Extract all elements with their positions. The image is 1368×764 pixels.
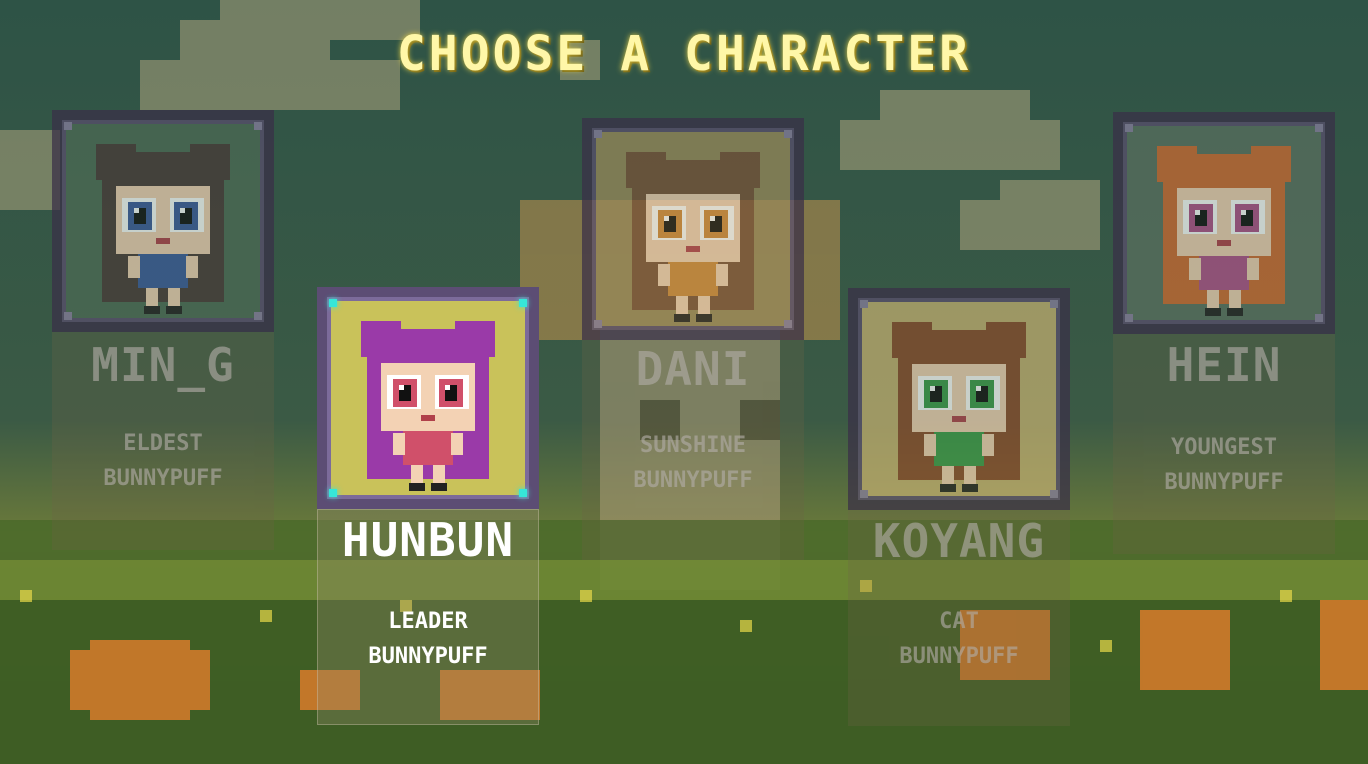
character-role-line1: LEADER: [388, 609, 468, 634]
character-name: DANI: [635, 342, 751, 396]
girl-portrait-icon: [1127, 126, 1321, 320]
character-role-line2: BUNNYPUFF: [103, 466, 223, 491]
character-role-line1: ELDEST: [123, 431, 203, 456]
portrait-frame: [52, 110, 274, 332]
character-role-line2: BUNNYPUFF: [1164, 470, 1284, 495]
character-name: KOYANG: [872, 514, 1046, 568]
character-name: MIN_G: [91, 338, 235, 392]
page-title: CHOOSE A CHARACTER: [396, 26, 972, 82]
character-role-line1: SUNSHINE: [640, 433, 746, 458]
character-name: HEIN: [1166, 338, 1282, 392]
portrait-frame: [582, 118, 804, 340]
character-role-line1: CAT: [939, 609, 979, 634]
portrait-frame: [1113, 112, 1335, 334]
character-role-line2: BUNNYPUFF: [633, 468, 753, 493]
girl-portrait-icon: [862, 302, 1056, 496]
girl-portrait-icon: [596, 132, 790, 326]
character-role-line2: BUNNYPUFF: [899, 644, 1019, 669]
character-name: HUNBUN: [341, 513, 515, 567]
portrait-frame: [317, 287, 539, 509]
girl-portrait-icon: [331, 301, 525, 495]
portrait-frame: [848, 288, 1070, 510]
character-role-line2: BUNNYPUFF: [368, 644, 488, 669]
character-role-line1: YOUNGEST: [1171, 435, 1277, 460]
girl-portrait-icon: [66, 124, 260, 318]
